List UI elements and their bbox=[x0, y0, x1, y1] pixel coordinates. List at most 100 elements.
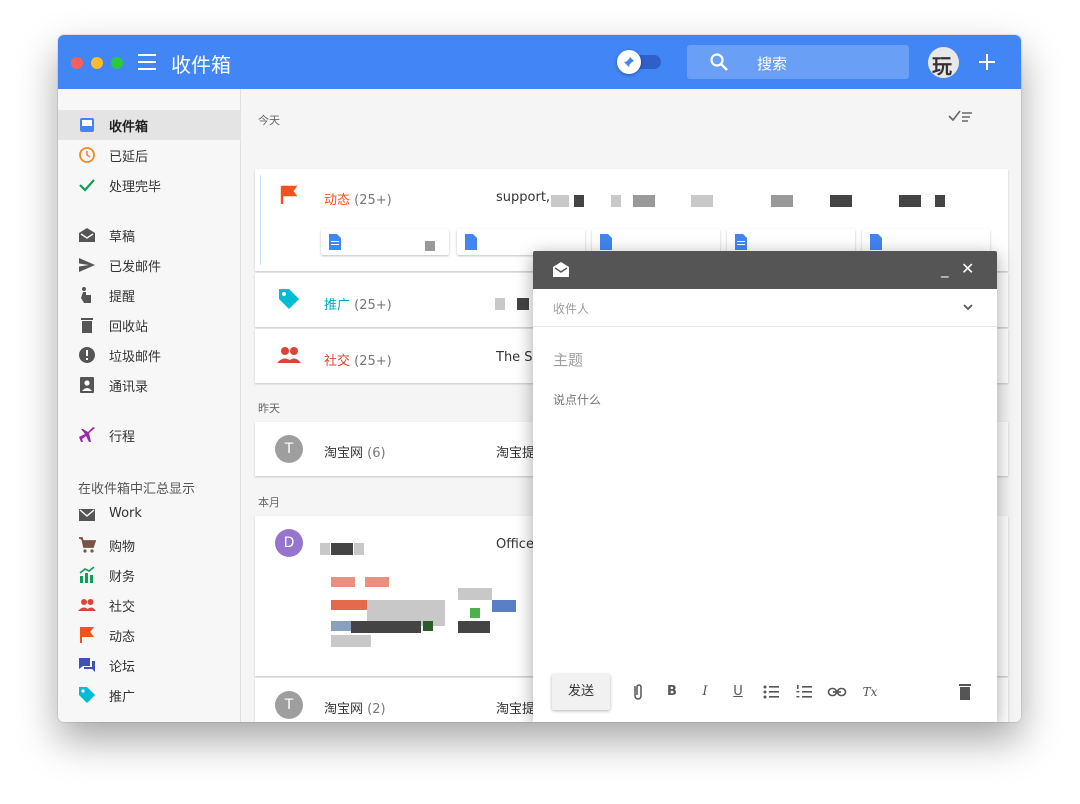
bundles-heading: 在收件箱中汇总显示 bbox=[78, 482, 196, 497]
date-group-month: 本月 bbox=[258, 496, 280, 509]
sidebar-item-trips[interactable]: 行程 bbox=[58, 420, 241, 450]
tag-icon bbox=[79, 687, 95, 703]
avatar: T bbox=[275, 691, 303, 719]
sidebar-item-snoozed[interactable]: 已延后 bbox=[58, 140, 241, 170]
minimize-button[interactable]: _ bbox=[941, 260, 949, 278]
sidebar-item-spam[interactable]: 垃圾邮件 bbox=[58, 340, 241, 370]
send-button[interactable]: 发送 bbox=[552, 674, 610, 710]
row-snippet: 淘宝提 bbox=[496, 446, 536, 461]
sidebar-item-label: 已延后 bbox=[109, 150, 149, 165]
sidebar-item-label: 收件箱 bbox=[109, 120, 149, 135]
sidebar-item-reminders[interactable]: 提醒 bbox=[58, 280, 241, 310]
search-placeholder: 搜索 bbox=[757, 55, 788, 73]
compose-window: _ ✕ 收件人 主题 说点什么 发送 B I U Tx bbox=[533, 251, 997, 722]
avatar: D bbox=[275, 529, 303, 557]
check-icon bbox=[79, 179, 95, 192]
close-button[interactable]: ✕ bbox=[961, 259, 974, 278]
underline-icon[interactable]: U bbox=[728, 682, 748, 702]
sidebar-item-label: 通讯录 bbox=[109, 380, 149, 395]
sidebar-item-label: 已发邮件 bbox=[109, 260, 162, 275]
sidebar-item-contacts[interactable]: 通讯录 bbox=[58, 370, 241, 400]
search-input[interactable]: 搜索 bbox=[687, 45, 909, 79]
compose-header[interactable]: _ ✕ bbox=[533, 251, 997, 289]
top-bar: 收件箱 搜索 玩 bbox=[58, 35, 1021, 89]
numbered-list-icon[interactable] bbox=[794, 682, 814, 702]
send-icon bbox=[79, 258, 95, 272]
pinned-toggle[interactable] bbox=[617, 50, 663, 74]
window-zoom-button[interactable] bbox=[111, 57, 123, 69]
sidebar: 收件箱 已延后 处理完毕 草稿 已发邮件 提醒 回收站 垃圾邮件 通讯录 行程 … bbox=[58, 89, 241, 722]
inbox-icon bbox=[80, 118, 94, 132]
window-close-button[interactable] bbox=[71, 57, 83, 69]
sidebar-item-label: 回收站 bbox=[109, 320, 149, 335]
avatar: T bbox=[275, 435, 303, 463]
date-group-today: 今天 bbox=[258, 114, 280, 127]
doc-icon bbox=[329, 234, 341, 250]
spam-icon bbox=[79, 347, 95, 363]
plane-icon bbox=[79, 427, 95, 442]
sidebar-item-label: 购物 bbox=[109, 540, 136, 555]
sidebar-item-trash[interactable]: 回收站 bbox=[58, 310, 241, 340]
page-title: 收件箱 bbox=[171, 53, 231, 77]
clear-format-icon[interactable]: Tx bbox=[860, 682, 880, 702]
chevron-down-icon[interactable] bbox=[963, 304, 973, 311]
app-window: 收件箱 搜索 玩 收件箱 已延后 处理完毕 草稿 已发邮件 提醒 回收站 垃圾邮… bbox=[58, 35, 1021, 722]
flag-icon bbox=[80, 627, 94, 643]
sidebar-item-label: 财务 bbox=[109, 570, 136, 585]
link-icon[interactable] bbox=[827, 682, 847, 702]
recipient-field[interactable]: 收件人 bbox=[533, 289, 997, 327]
doc-icon bbox=[600, 234, 612, 250]
doc-icon bbox=[465, 234, 477, 250]
sidebar-bundle-work[interactable]: Work bbox=[58, 500, 241, 530]
date-group-yesterday: 昨天 bbox=[258, 402, 280, 415]
italic-icon[interactable]: I bbox=[695, 682, 715, 702]
sidebar-item-inbox[interactable]: 收件箱 bbox=[58, 110, 241, 140]
tag-icon bbox=[279, 289, 299, 309]
sidebar-item-label: 行程 bbox=[109, 430, 136, 445]
row-title: 动态 (25+) bbox=[324, 193, 392, 208]
sidebar-bundle-social[interactable]: 社交 bbox=[58, 590, 241, 620]
sidebar-item-sent[interactable]: 已发邮件 bbox=[58, 250, 241, 280]
attach-icon[interactable] bbox=[628, 682, 648, 702]
sidebar-item-label: Work bbox=[109, 506, 142, 521]
row-snippet: Office bbox=[496, 537, 534, 552]
avatar[interactable]: 玩 bbox=[928, 47, 959, 78]
sidebar-item-label: 动态 bbox=[109, 630, 136, 645]
trash-icon bbox=[81, 318, 93, 333]
finance-icon bbox=[79, 566, 95, 583]
sidebar-bundle-updates[interactable]: 动态 bbox=[58, 620, 241, 650]
social-icon bbox=[277, 347, 301, 363]
flag-icon bbox=[280, 185, 298, 204]
row-title: 淘宝网 (2) bbox=[324, 702, 386, 717]
mail-icon bbox=[79, 509, 95, 521]
bullet-list-icon[interactable] bbox=[761, 682, 781, 702]
pin-icon bbox=[617, 50, 641, 74]
sidebar-item-done[interactable]: 处理完毕 bbox=[58, 170, 241, 200]
reminder-icon bbox=[81, 287, 91, 303]
forum-icon bbox=[79, 658, 95, 672]
sidebar-item-label: 提醒 bbox=[109, 290, 136, 305]
row-snippet: 淘宝提 bbox=[496, 702, 536, 717]
sidebar-bundle-promos[interactable]: 推广 bbox=[58, 680, 241, 710]
sweep-done-icon[interactable] bbox=[948, 109, 974, 123]
recipient-placeholder: 收件人 bbox=[553, 302, 590, 316]
compose-plus-icon[interactable] bbox=[977, 52, 997, 72]
message-body[interactable]: 说点什么 bbox=[553, 391, 601, 408]
sidebar-bundle-finance[interactable]: 财务 bbox=[58, 560, 241, 590]
attachment-chip[interactable] bbox=[321, 229, 449, 255]
window-minimize-button[interactable] bbox=[91, 57, 103, 69]
bold-icon[interactable]: B bbox=[662, 682, 682, 702]
sidebar-bundle-forums[interactable]: 论坛 bbox=[58, 650, 241, 680]
menu-icon[interactable] bbox=[138, 54, 156, 70]
trash-icon[interactable] bbox=[955, 682, 975, 702]
doc-icon bbox=[735, 234, 747, 250]
sidebar-bundle-shopping[interactable]: 购物 bbox=[58, 530, 241, 560]
sidebar-item-label: 推广 bbox=[109, 690, 136, 705]
sidebar-item-drafts[interactable]: 草稿 bbox=[58, 220, 241, 250]
social-icon bbox=[78, 599, 96, 611]
drafts-icon bbox=[553, 262, 569, 277]
drafts-icon bbox=[79, 228, 95, 242]
row-title: 推广 (25+) bbox=[324, 298, 392, 313]
cart-icon bbox=[79, 537, 96, 553]
subject-field[interactable]: 主题 bbox=[553, 349, 583, 370]
